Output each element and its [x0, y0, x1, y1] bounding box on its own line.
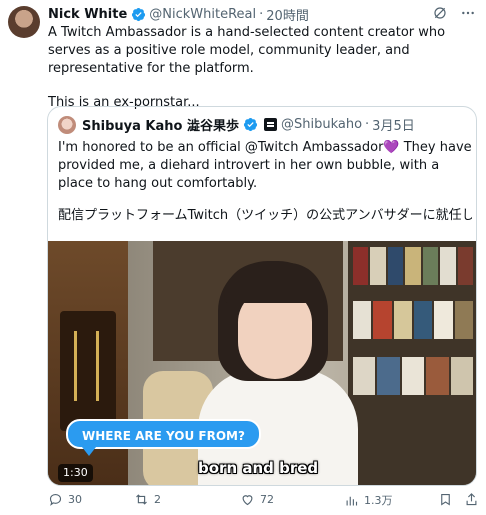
quoted-tweet-header: Shibuya Kaho 澁谷果歩 @Shibukaho · 3月5日	[58, 115, 415, 134]
video-player[interactable]: WHERE ARE YOU FROM? born and bred 1:30	[48, 241, 476, 485]
header-actions	[432, 5, 476, 21]
quoted-author-name: Shibuya Kaho 澁谷果歩	[82, 119, 239, 134]
quoted-text-paragraph-2: 配信プラットフォームTwitch（ツイッチ）の公式アンバサダーに就任し...	[58, 208, 472, 223]
quoted-date: 3月5日	[372, 119, 415, 134]
verified-badge-icon	[131, 7, 146, 22]
author-avatar[interactable]	[8, 6, 40, 38]
repost-icon	[134, 492, 149, 507]
tweet-timestamp[interactable]: 20時間	[266, 5, 309, 24]
heart-icon	[240, 492, 255, 507]
bookmark-button[interactable]	[438, 492, 453, 507]
share-button[interactable]	[464, 492, 479, 507]
reply-count: 30	[68, 493, 82, 506]
separator-dot: ·	[259, 6, 264, 22]
quoted-author-avatar	[58, 115, 76, 134]
repost-button[interactable]: 2	[134, 492, 161, 507]
views-button[interactable]: 1.3万	[344, 492, 393, 508]
quoted-text-paragraph-1: I'm honored to be an official @Twitch Am…	[58, 140, 472, 191]
video-speech-bubble: WHERE ARE YOU FROM?	[66, 419, 261, 456]
reply-button[interactable]: 30	[48, 492, 82, 507]
analytics-icon	[344, 493, 359, 508]
video-duration: 1:30	[58, 464, 93, 482]
more-icon[interactable]	[460, 5, 476, 21]
quoted-verified-badge-icon	[243, 117, 258, 132]
video-clock-pendulum	[60, 311, 116, 431]
grok-icon[interactable]	[432, 5, 448, 21]
like-count: 72	[260, 493, 274, 506]
video-person-bangs	[224, 263, 324, 303]
video-caption: born and bred	[198, 459, 319, 477]
quoted-tweet[interactable]: Shibuya Kaho 澁谷果歩 @Shibukaho · 3月5日 I'm …	[47, 106, 477, 486]
video-books-row	[353, 247, 473, 285]
view-count: 1.3万	[364, 494, 393, 507]
share-icon	[464, 492, 479, 507]
video-books-row	[353, 301, 473, 339]
like-button[interactable]: 72	[240, 492, 274, 507]
affiliate-badge-icon	[263, 118, 277, 131]
author-handle[interactable]: @NickWhiteReal	[149, 7, 256, 22]
bookmark-icon	[438, 492, 453, 507]
tweet-text-paragraph-1: A Twitch Ambassador is a hand-selected c…	[48, 25, 446, 76]
quoted-separator-dot: ·	[365, 117, 370, 132]
action-bar: 30 2 72 1.3万	[48, 492, 478, 510]
repost-count: 2	[154, 493, 161, 506]
reply-icon	[48, 492, 63, 507]
quoted-tweet-text: I'm honored to be an official @Twitch Am…	[58, 139, 472, 225]
tweet-text: A Twitch Ambassador is a hand-selected c…	[48, 24, 476, 112]
quoted-author-handle: @Shibukaho	[280, 117, 363, 132]
video-books-row	[353, 357, 474, 395]
tweet-header: Nick White @NickWhiteReal · 20時間	[48, 5, 476, 24]
author-name[interactable]: Nick White	[48, 7, 127, 22]
